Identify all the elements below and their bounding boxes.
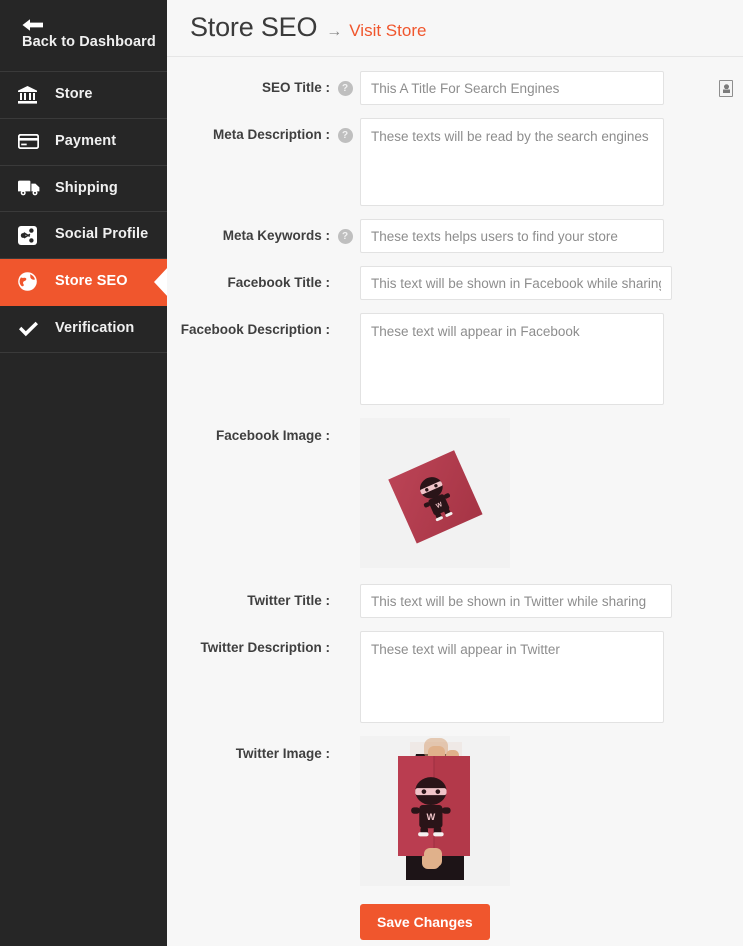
save-changes-button[interactable]: Save Changes [360, 904, 490, 940]
meta-description-label: Meta Description : [212, 127, 330, 142]
sidebar-item-store[interactable]: Store [0, 72, 167, 119]
facebook-image-preview[interactable]: W [360, 418, 510, 568]
sidebar-item-label: Store [55, 86, 93, 102]
sidebar-item-label: Verification [55, 319, 135, 336]
svg-text:W: W [427, 812, 436, 822]
visit-store-link[interactable]: Visit Store [349, 21, 426, 41]
seo-title-input[interactable] [360, 71, 664, 105]
field-row-meta-description: Meta Description : ? [167, 118, 743, 206]
truck-icon [18, 180, 44, 196]
globe-icon [18, 272, 44, 292]
facebook-image-control: W [360, 418, 743, 568]
twitter-title-input[interactable] [360, 584, 672, 618]
sidebar-item-shipping[interactable]: Shipping [0, 166, 167, 213]
main-content: Store SEO → Visit Store SEO Title : ? Me… [167, 0, 743, 946]
twitter-image-control: W [360, 736, 743, 886]
page-header: Store SEO → Visit Store [167, 0, 743, 57]
field-row-twitter-image: Twitter Image : W [167, 736, 743, 886]
twitter-description-help-spacer [330, 631, 360, 641]
meta-description-help-wrap: ? [330, 118, 360, 143]
twitter-image-help-spacer [330, 736, 360, 746]
bank-icon [18, 85, 44, 104]
field-row-twitter-title: Twitter Title : [167, 584, 743, 618]
store-seo-page: Back to Dashboard Store Payment Shipping… [0, 0, 743, 946]
field-row-facebook-description: Facebook Description : [167, 313, 743, 405]
sidebar-item-label: Shipping [55, 179, 118, 196]
facebook-title-label: Facebook Title : [227, 275, 330, 290]
person-holding-poster-image: W [360, 736, 510, 886]
twitter-title-help-spacer [330, 584, 360, 594]
twitter-description-textarea[interactable] [360, 631, 664, 723]
field-row-twitter-description: Twitter Description : [167, 631, 743, 723]
password-manager-icon[interactable] [719, 80, 733, 97]
sidebar-item-label: Store SEO [55, 273, 128, 289]
facebook-description-textarea[interactable] [360, 313, 664, 405]
seo-title-help-wrap: ? [330, 71, 360, 96]
help-icon[interactable]: ? [337, 81, 353, 96]
share-icon [18, 225, 44, 245]
meta-keywords-help-wrap: ? [330, 219, 360, 244]
help-icon[interactable]: ? [337, 128, 353, 143]
arrow-right-icon: → [326, 23, 343, 40]
sidebar-item-verification[interactable]: Verification [0, 306, 167, 353]
field-row-seo-title: SEO Title : ? [167, 71, 743, 105]
help-icon[interactable]: ? [337, 229, 353, 244]
credit-card-icon [18, 134, 44, 150]
facebook-description-help-spacer [330, 313, 360, 323]
facebook-title-control [360, 266, 743, 300]
seo-title-control [360, 71, 743, 105]
arrow-left-icon [22, 18, 54, 32]
meta-keywords-input[interactable] [360, 219, 664, 253]
sidebar-item-back-to-dashboard[interactable]: Back to Dashboard [0, 0, 167, 72]
twitter-image-label: Twitter Image : [235, 746, 330, 761]
facebook-description-control [360, 313, 743, 405]
twitter-title-control [360, 584, 743, 618]
sidebar-filler [0, 353, 167, 946]
page-title: Store SEO [190, 12, 318, 42]
twitter-description-control [360, 631, 743, 723]
save-row: Save Changes [167, 900, 743, 946]
field-row-facebook-image: Facebook Image : W [167, 418, 743, 568]
meta-keywords-label: Meta Keywords : [222, 228, 330, 243]
meta-keywords-control [360, 219, 743, 253]
facebook-image-label: Facebook Image : [215, 428, 330, 443]
sidebar-item-label: Payment [55, 132, 117, 149]
field-row-facebook-title: Facebook Title : [167, 266, 743, 300]
sidebar-item-label: Back to Dashboard [22, 33, 156, 50]
twitter-image-preview[interactable]: W [360, 736, 510, 886]
sidebar-item-social-profile[interactable]: Social Profile [0, 212, 167, 259]
sidebar-item-payment[interactable]: Payment [0, 119, 167, 166]
check-icon [18, 321, 44, 337]
twitter-description-label: Twitter Description : [200, 640, 330, 655]
sidebar-item-label: Social Profile [55, 226, 149, 243]
meta-description-control [360, 118, 743, 206]
facebook-title-help-spacer [330, 266, 360, 276]
meta-description-textarea[interactable] [360, 118, 664, 206]
twitter-title-label: Twitter Title : [247, 593, 330, 608]
settings-sidebar: Back to Dashboard Store Payment Shipping… [0, 0, 167, 946]
facebook-image-help-spacer [330, 418, 360, 428]
facebook-description-label: Facebook Description : [180, 322, 330, 337]
sidebar-item-store-seo[interactable]: Store SEO [0, 259, 167, 306]
seo-title-label: SEO Title : [261, 80, 330, 95]
facebook-title-input[interactable] [360, 266, 672, 300]
store-seo-form: SEO Title : ? Meta Description : ? [167, 57, 743, 946]
ninja-poster-flat-image: W [360, 418, 510, 568]
field-row-meta-keywords: Meta Keywords : ? [167, 219, 743, 253]
